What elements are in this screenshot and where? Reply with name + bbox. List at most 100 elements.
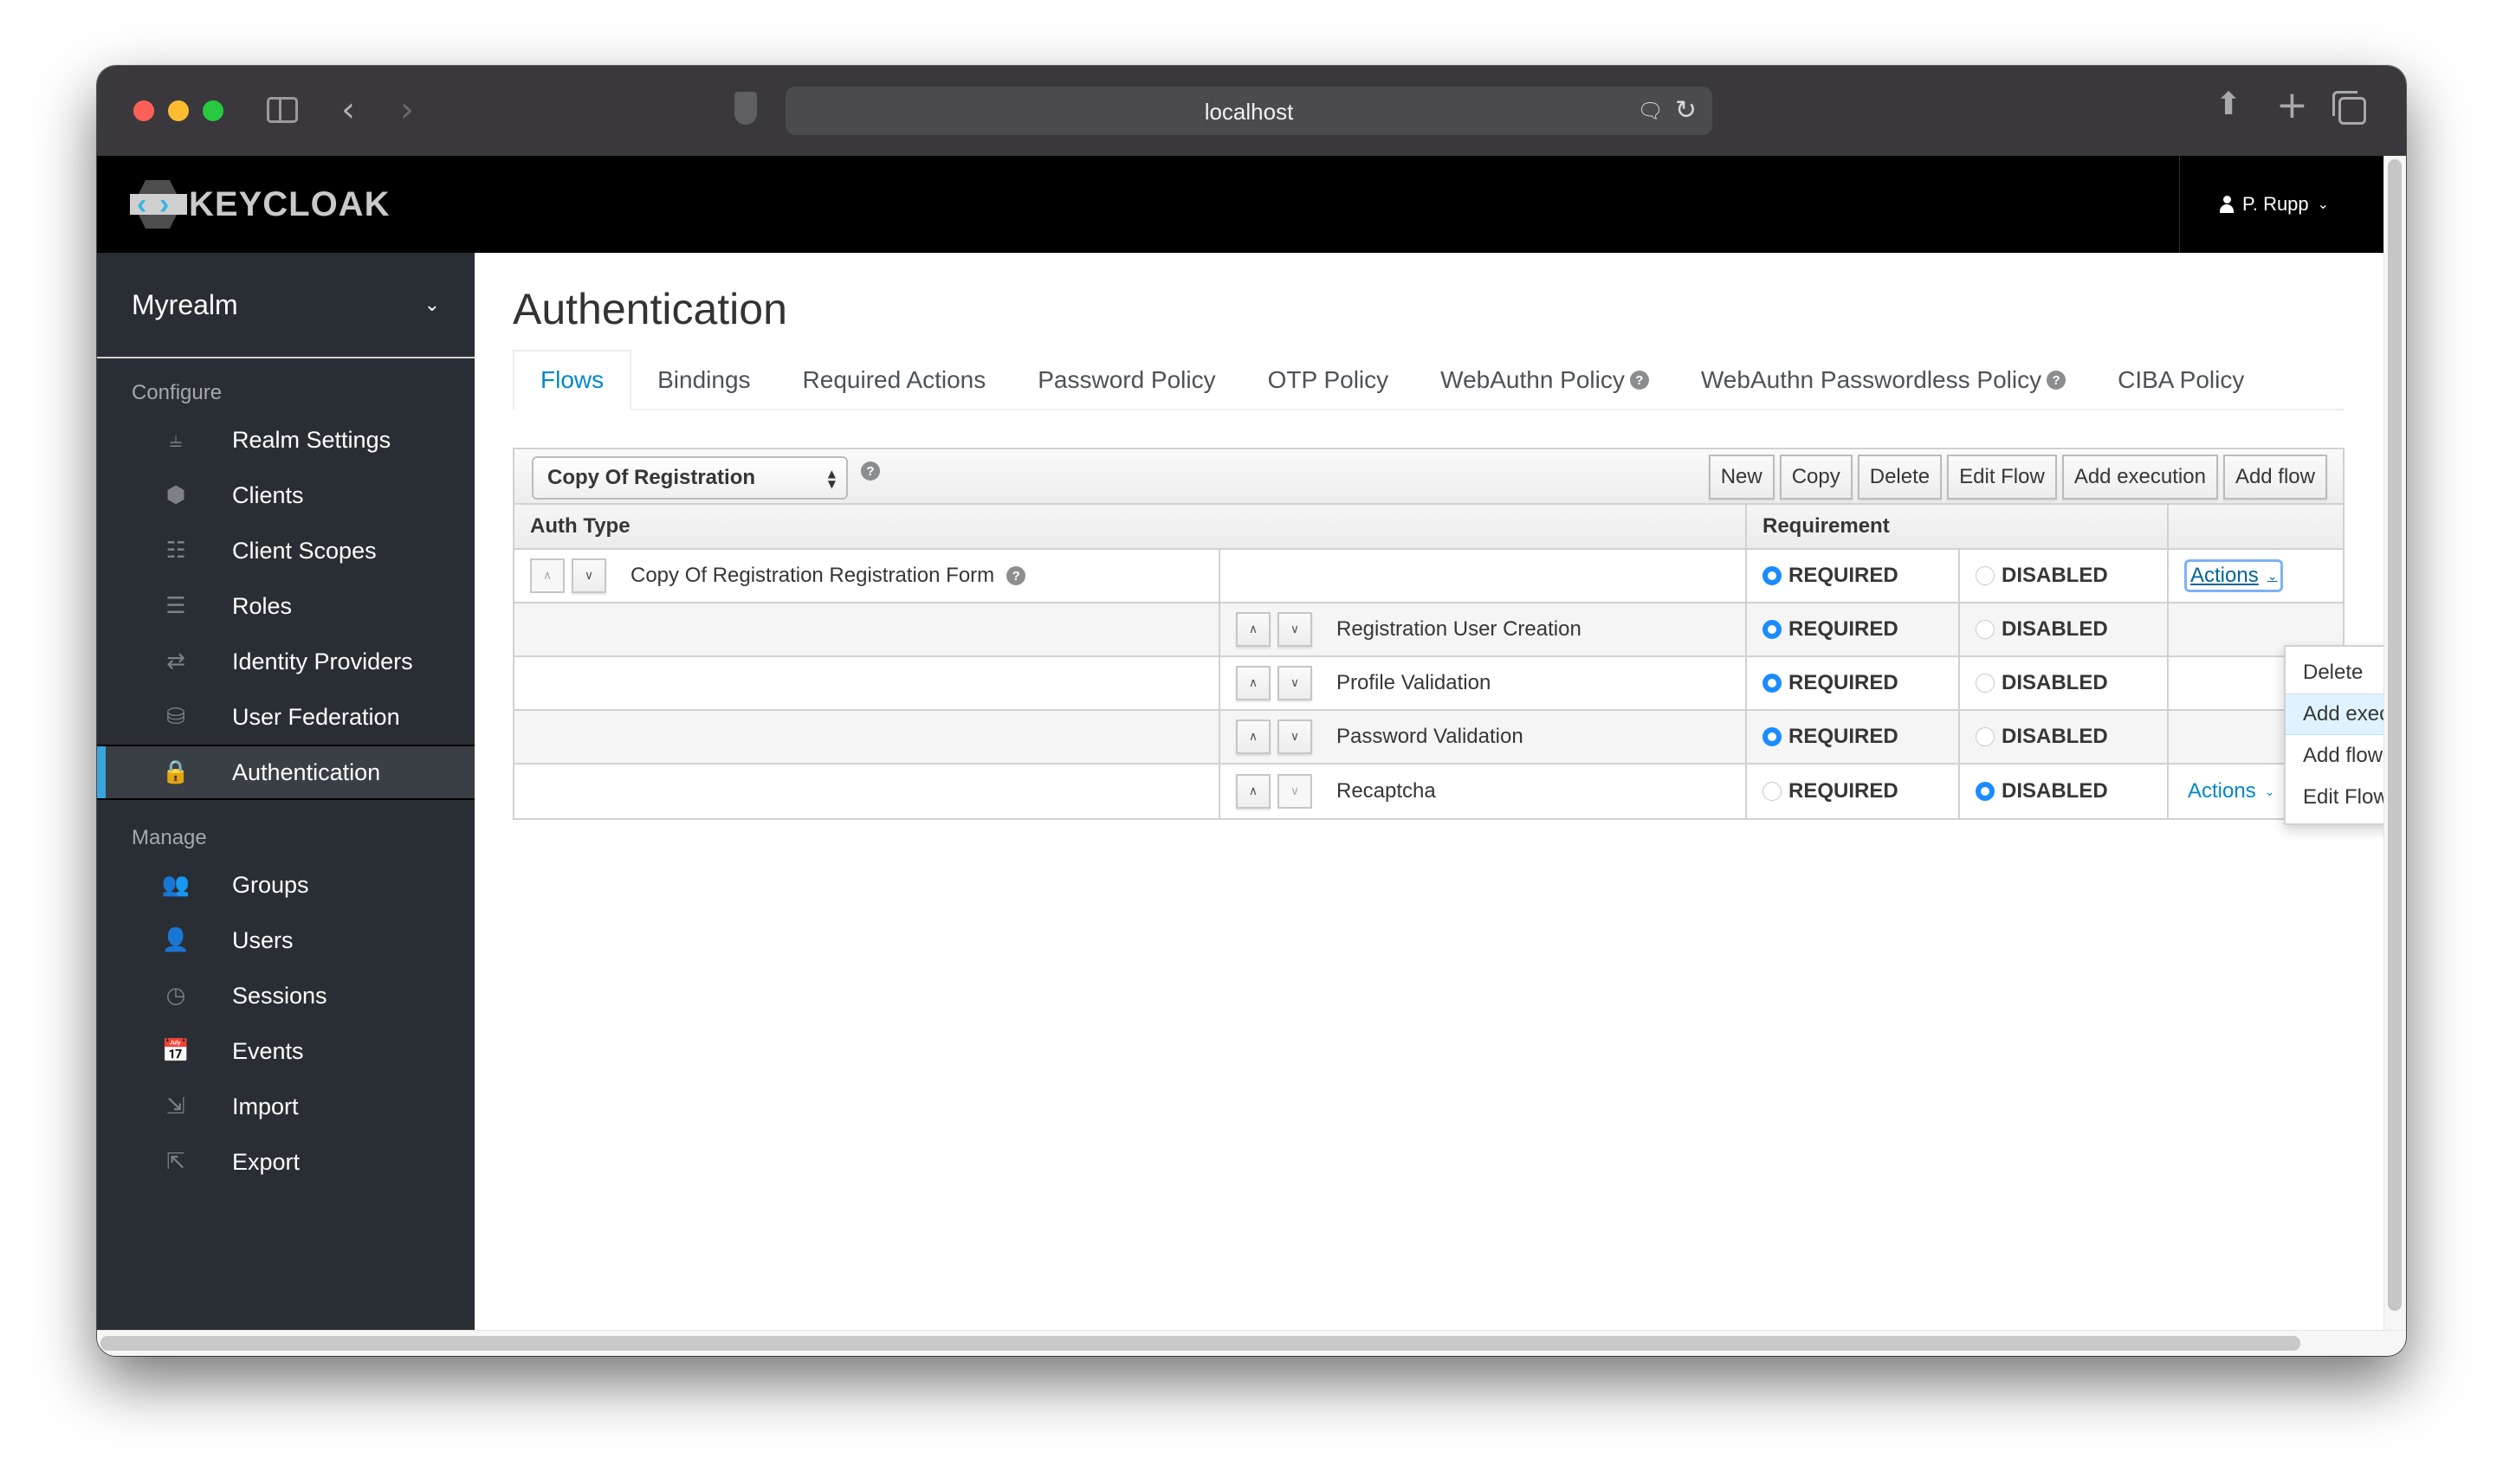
tabs-overview-icon[interactable] [2332,91,2366,125]
radio-required[interactable] [1762,566,1782,585]
table-row: ∧ ∨ Profile Validation REQUIRED DISABLED [514,657,2343,711]
horizontal-scrollbar-thumb[interactable] [100,1336,2300,1351]
sidebar-item-events[interactable]: 📅 Events [97,1023,475,1079]
sidebar-toggle-icon[interactable] [267,97,298,123]
radio-label: REQUIRED [1788,725,1898,748]
radio-required[interactable] [1762,727,1782,746]
sidebar-item-import[interactable]: ⇲ Import [97,1079,475,1134]
horizontal-scrollbar[interactable] [97,1330,2406,1356]
minimize-window-button[interactable] [168,100,189,121]
sidebar-item-label: Authentication [232,758,381,785]
sidebar-item-label: Realm Settings [232,426,391,453]
sidebar-item-label: User Federation [232,703,400,730]
new-button[interactable]: New [1708,455,1775,500]
reload-icon[interactable]: ↻ [1675,95,1697,126]
copy-button[interactable]: Copy [1779,455,1853,500]
tab-bindings[interactable]: Bindings [631,350,776,410]
tab-webauthn-policy[interactable]: WebAuthn Policy? [1414,350,1675,410]
column-header-requirement: Requirement [1747,505,2169,548]
sidebar-item-realm-settings[interactable]: ⫨ Realm Settings [97,412,475,468]
help-icon[interactable]: ? [1006,566,1026,585]
radio-label: REQUIRED [1788,779,1898,803]
edit-flow-button[interactable]: Edit Flow [1947,455,2057,500]
address-bar[interactable]: localhost 🗨 ↻ [786,87,1712,135]
move-down-button[interactable]: ∨ [1277,666,1312,700]
tab-label: Bindings [657,366,751,393]
add-execution-button[interactable]: Add execution [2061,455,2218,500]
tab-webauthn-passwordless-policy[interactable]: WebAuthn Passwordless Policy? [1675,350,2092,410]
tab-label: Required Actions [802,366,986,393]
sidebar-item-identity-providers[interactable]: ⇄ Identity Providers [97,634,475,689]
move-down-button[interactable]: ∨ [572,558,606,593]
move-down-button[interactable]: ∨ [1277,612,1312,647]
forward-icon[interactable]: › [400,90,414,130]
sidebar-item-users[interactable]: 👤 Users [97,913,475,968]
sidebar-item-label: Sessions [232,982,327,1009]
vertical-scrollbar-thumb[interactable] [2388,159,2402,1311]
new-tab-icon[interactable]: + [2276,83,2308,127]
close-window-button[interactable] [133,100,154,121]
realm-selector[interactable]: Myrealm ⌄ [97,253,475,358]
sidebar-item-user-federation[interactable]: ⛁ User Federation [97,689,475,745]
radio-disabled[interactable] [1976,674,1995,693]
radio-disabled[interactable] [1976,727,1995,746]
shield-icon[interactable] [734,92,757,125]
radio-label: DISABLED [2002,725,2108,748]
table-row: ∧ ∨ Copy Of Registration Registration Fo… [514,550,2343,603]
maximize-window-button[interactable] [203,100,223,121]
flow-select[interactable]: Copy Of Registration ▲ ▼ [532,456,848,500]
tab-ciba-policy[interactable]: CIBA Policy [2092,350,2270,410]
radio-disabled[interactable] [1976,782,1995,801]
move-down-button[interactable]: ∨ [1277,719,1312,754]
back-icon[interactable]: ‹ [341,90,355,130]
move-up-button[interactable]: ∧ [1236,666,1271,700]
sidebar-item-groups[interactable]: 👥 Groups [97,857,475,913]
help-icon[interactable]: ? [1629,371,1649,390]
realm-name: Myrealm [132,288,238,320]
cube-icon: ⬢ [165,482,186,508]
menu-item-add-execution[interactable]: Add execution [2286,694,2383,735]
menu-item-add-flow[interactable]: Add flow [2286,735,2383,777]
lock-icon: 🔒 [161,759,191,785]
url-text[interactable]: localhost [786,99,1712,126]
actions-dropdown[interactable]: Actions ⌄ [2184,777,2278,805]
sidebar-item-client-scopes[interactable]: ☷ Client Scopes [97,523,475,578]
vertical-scrollbar[interactable] [2383,156,2406,1330]
sidebar-item-export[interactable]: ⇱ Export [97,1134,475,1190]
radio-required[interactable] [1762,620,1782,639]
tab-required-actions[interactable]: Required Actions [777,350,1012,410]
menu-item-delete[interactable]: Delete [2286,652,2383,694]
share-icon[interactable]: ⬆ [2215,87,2241,122]
menu-item-edit-flow[interactable]: Edit Flow [2286,777,2383,818]
add-flow-button[interactable]: Add flow [2222,455,2327,500]
sliders-icon: ⫨ [169,426,183,453]
sidebar-item-label: Roles [232,592,293,619]
execution-name: Password Validation [1336,725,1523,748]
move-up-button[interactable]: ∧ [1236,774,1271,809]
move-up-button[interactable]: ∧ [1236,719,1271,754]
translate-icon[interactable]: 🗨 [1638,99,1664,124]
main-content: Authentication Flows Bindings Required A… [478,253,2383,1330]
sidebar-item-clients[interactable]: ⬢ Clients [97,468,475,523]
sidebar-item-authentication[interactable]: 🔒 Authentication [97,745,475,800]
tab-password-policy[interactable]: Password Policy [1012,350,1241,410]
sidebar-item-roles[interactable]: ☰ Roles [97,578,475,634]
radio-required[interactable] [1762,782,1782,801]
actions-dropdown[interactable]: Actions ⌄ [2184,559,2284,592]
radio-required[interactable] [1762,674,1782,693]
help-icon[interactable]: ? [2047,371,2066,390]
tab-otp-policy[interactable]: OTP Policy [1242,350,1415,410]
move-down-button[interactable]: ∨ [1277,774,1312,809]
radio-disabled[interactable] [1976,566,1995,585]
sidebar-item-sessions[interactable]: ◷ Sessions [97,968,475,1023]
tab-flows[interactable]: Flows [513,350,632,410]
delete-button[interactable]: Delete [1857,455,1943,500]
execution-name: Registration User Creation [1336,617,1581,641]
user-menu[interactable]: P. Rupp ⌄ [2179,156,2383,253]
radio-disabled[interactable] [1976,620,1995,639]
move-up-button[interactable]: ∧ [1236,612,1271,647]
help-icon[interactable]: ? [861,461,880,481]
radio-label: REQUIRED [1788,671,1898,694]
keycloak-logo[interactable]: ‹ › KEYCLOAK [130,180,390,229]
move-up-button[interactable]: ∧ [530,558,565,593]
